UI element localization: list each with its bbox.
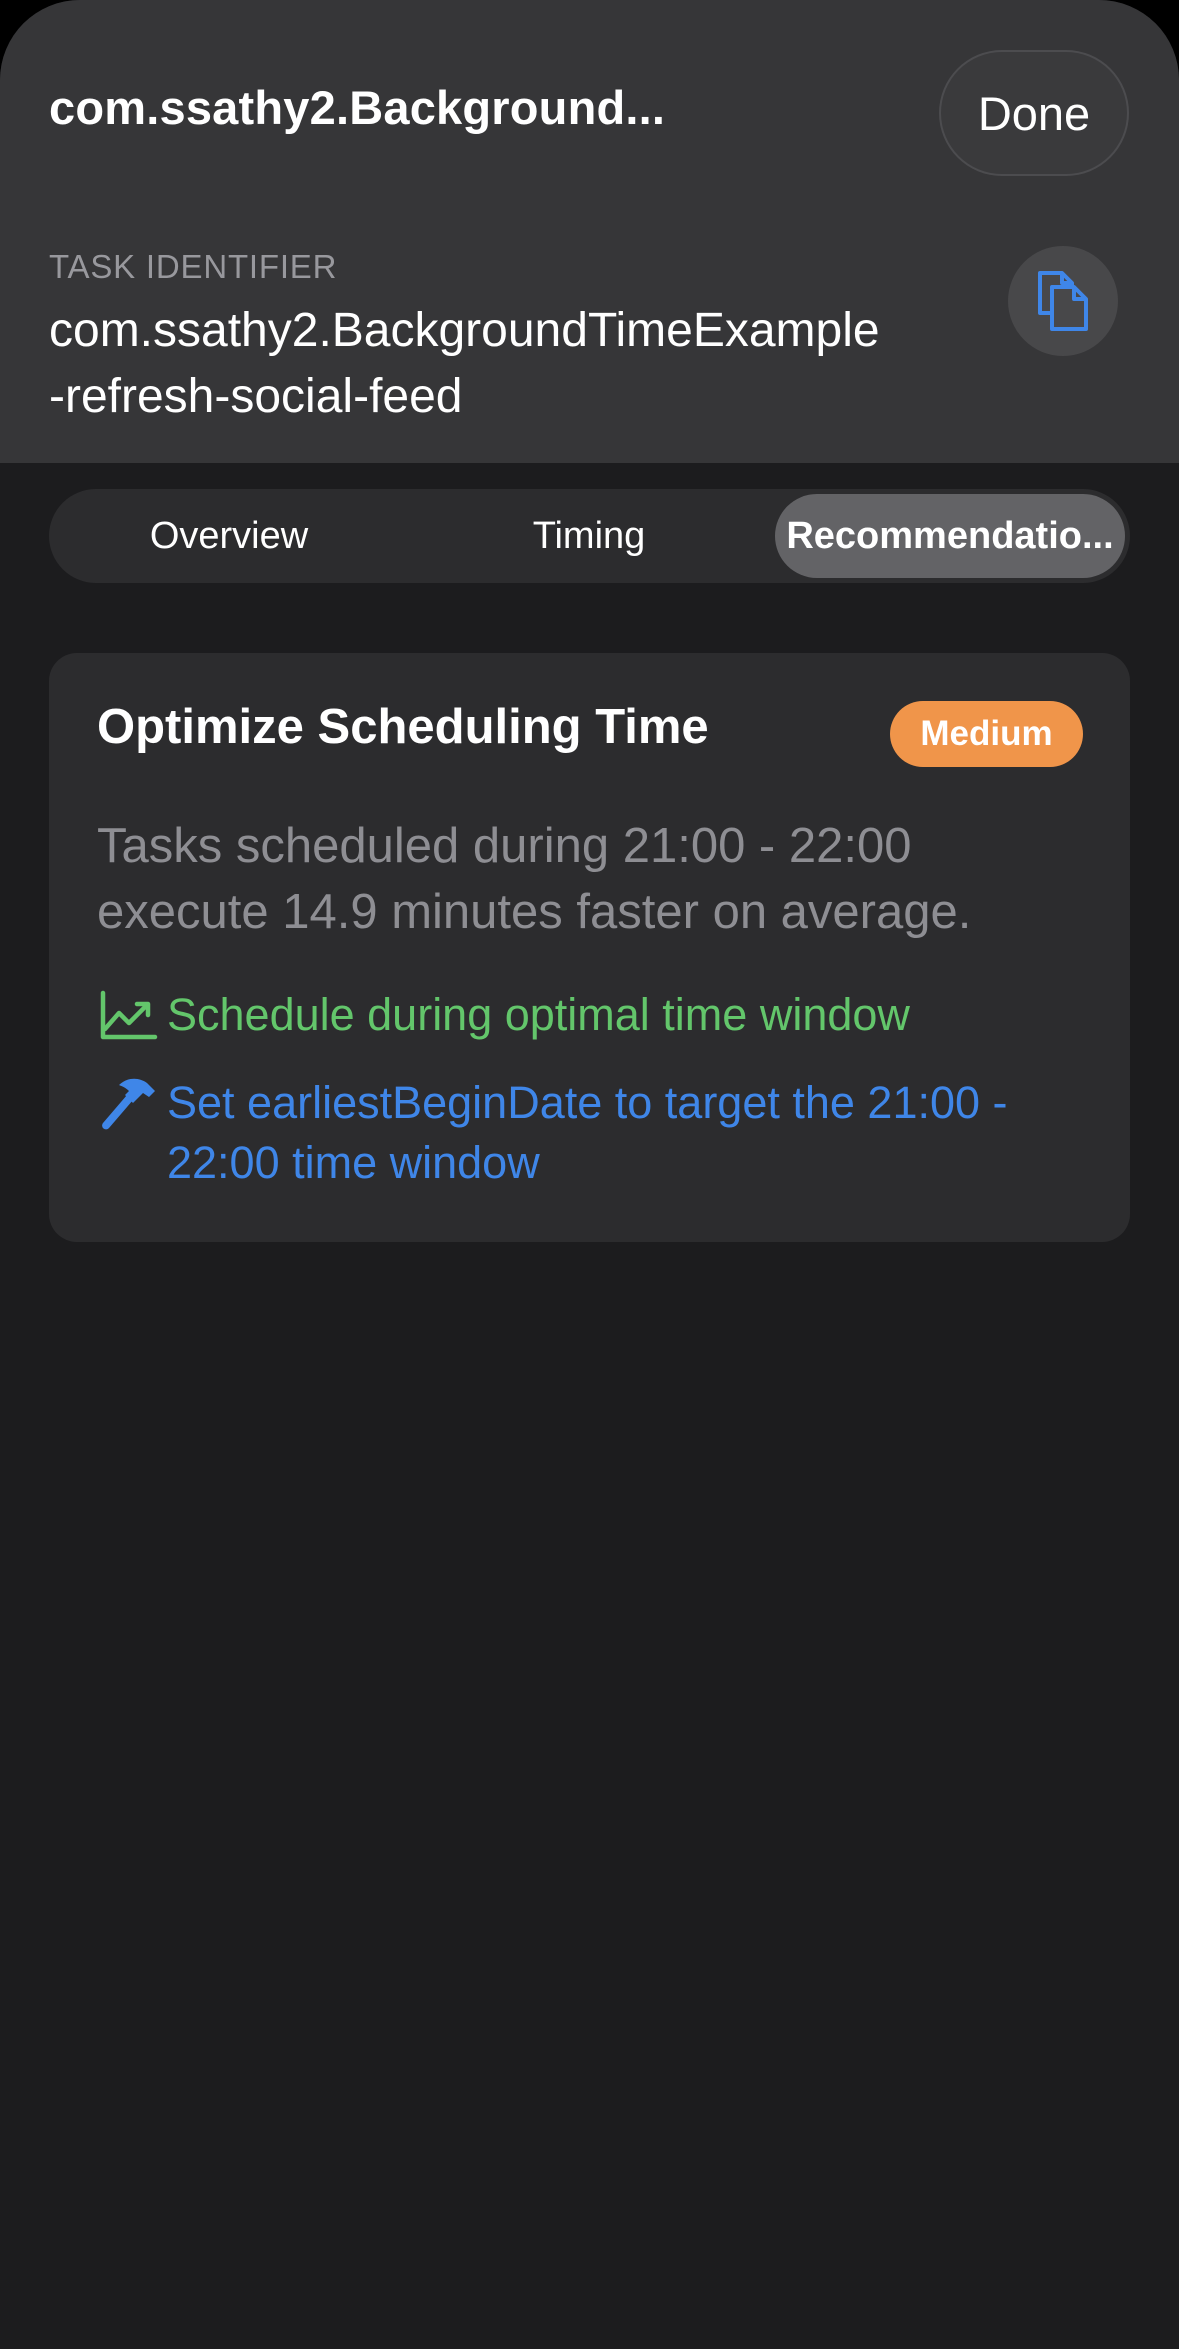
- tab-timing[interactable]: Timing: [414, 494, 764, 578]
- benefit-text: Schedule during optimal time window: [167, 989, 910, 1040]
- recommendation-card: Optimize Scheduling Time Medium Tasks sc…: [49, 653, 1130, 1242]
- sheet-header: com.ssathy2.Background... Done TASK IDEN…: [0, 0, 1179, 463]
- task-identifier-caption: TASK IDENTIFIER: [49, 248, 338, 285]
- recommendation-description: Tasks scheduled during 21:00 - 22:00 exe…: [97, 819, 972, 939]
- section-segmented-control: Overview Timing Recommendatio...: [49, 489, 1130, 583]
- recommendation-title: Optimize Scheduling Time: [97, 700, 709, 754]
- copy-identifier-button[interactable]: [1008, 246, 1118, 356]
- tab-overview[interactable]: Overview: [54, 494, 404, 578]
- task-identifier-line: com.ssathy2.BackgroundTimeExample -refres…: [49, 304, 880, 423]
- task-identifier-value: com.ssathy2.BackgroundTimeExample -refres…: [49, 298, 979, 430]
- action-row[interactable]: Set earliestBeginDate to target the 21:0…: [97, 1073, 1067, 1193]
- hammer-icon: [102, 1078, 155, 1130]
- task-detail-sheet: com.ssathy2.Background... Done TASK IDEN…: [0, 0, 1179, 2349]
- nav-title: com.ssathy2.Background...: [49, 81, 666, 134]
- priority-badge: Medium: [890, 701, 1083, 767]
- action-text: Set earliestBeginDate to target the 21:0…: [167, 1077, 1008, 1188]
- tab-recommendations[interactable]: Recommendatio...: [775, 494, 1125, 578]
- done-button[interactable]: Done: [939, 50, 1129, 176]
- benefit-row: Schedule during optimal time window: [97, 985, 1067, 1045]
- chart-line-uptrend-icon: [100, 990, 158, 1040]
- doc-on-doc-icon: [1038, 271, 1088, 331]
